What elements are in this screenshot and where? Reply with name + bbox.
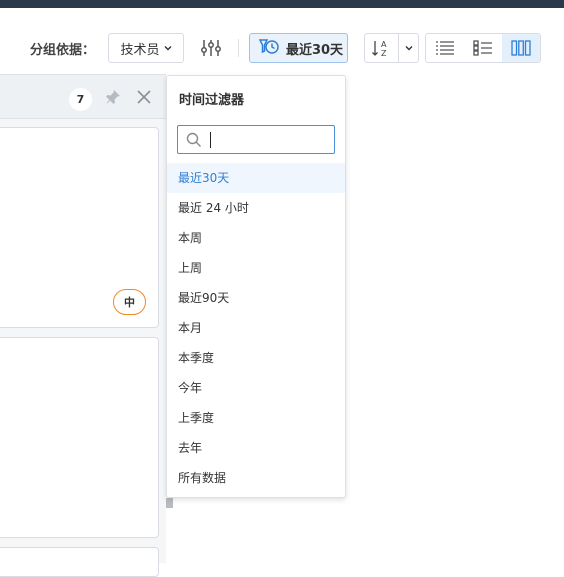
checklist-view-icon [473,40,492,56]
search-icon [186,132,201,147]
checklist-view-button[interactable] [464,34,502,62]
time-filter-label: 最近30天 [285,42,344,58]
column-header: 7 [0,74,166,119]
dropdown-search [177,125,335,154]
time-filter-option[interactable]: 最近30天 [167,163,345,193]
clock-filter-icon [258,39,279,54]
board-view-icon [511,40,531,56]
chevron-down-icon[interactable] [405,44,413,52]
svg-text:Z: Z [381,49,387,58]
close-icon[interactable] [135,88,153,106]
sliders-icon [201,40,221,56]
time-filter-option[interactable]: 最近 24 小时 [167,193,345,223]
ticket-card[interactable] [0,337,159,538]
list-view-button[interactable] [426,34,464,62]
time-filter-option[interactable]: 上周 [167,253,345,283]
group-by-select[interactable]: 技术员 [108,33,184,63]
time-filter-options: 最近30天 最近 24 小时 本周 上周 最近90天 本月 本季度 今年 上季度… [167,163,345,493]
board-view-button[interactable] [502,34,540,62]
view-switcher [425,33,541,63]
time-filter-option[interactable]: 本季度 [167,343,345,373]
list-view-icon [436,41,454,55]
group-by-label: 分组依据： [30,43,96,58]
search-input[interactable] [208,130,328,150]
dropdown-title: 时间过滤器 [179,93,245,108]
time-filter-button[interactable]: 最近30天 [249,33,348,63]
pin-icon[interactable] [104,88,122,106]
ticket-card[interactable] [0,547,159,577]
time-filter-option[interactable]: 上季度 [167,403,345,433]
chevron-down-icon [164,46,171,51]
sort-az-icon: A Z [372,40,387,58]
scrollbar-thumb[interactable] [166,498,173,508]
sort-button[interactable]: A Z [364,33,419,63]
time-filter-option[interactable]: 今年 [167,373,345,403]
group-by-value: 技术员 [120,42,160,58]
time-filter-option[interactable]: 去年 [167,433,345,463]
toolbar: 分组依据： 技术员 最近30天 A Z [0,8,564,74]
top-bar [0,0,564,8]
sort-divider [398,33,399,63]
toolbar-divider [238,39,239,57]
column-count-badge: 7 [69,88,92,111]
time-filter-option[interactable]: 本周 [167,223,345,253]
time-filter-option[interactable]: 所有数据 [167,463,345,493]
svg-text:A: A [381,40,387,49]
time-filter-option[interactable]: 本月 [167,313,345,343]
time-filter-option[interactable]: 最近90天 [167,283,345,313]
priority-badge: 中 [113,289,146,315]
time-filter-dropdown: 时间过滤器 最近30天 最近 24 小时 本周 上周 最近90天 本月 本季度 … [166,75,346,498]
filter-sliders-button[interactable] [199,34,223,62]
